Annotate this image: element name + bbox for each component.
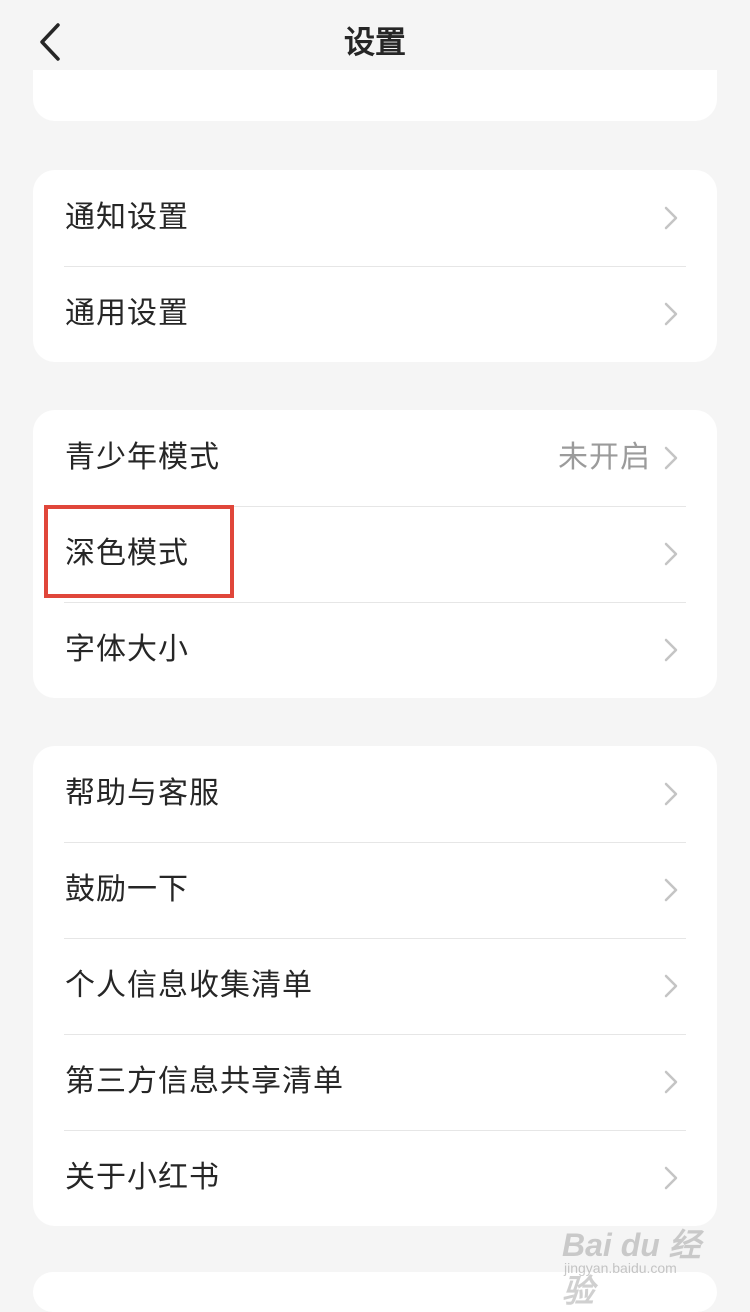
settings-row-teen-mode[interactable]: 青少年模式 未开启 bbox=[33, 410, 717, 506]
settings-row-dark-mode[interactable]: 深色模式 bbox=[33, 506, 717, 602]
row-label: 通用设置 bbox=[65, 296, 189, 331]
settings-card-previous bbox=[33, 70, 717, 121]
settings-card-next bbox=[33, 1272, 717, 1312]
row-label: 深色模式 bbox=[65, 536, 189, 571]
chevron-right-icon bbox=[663, 1069, 679, 1095]
page-title: 设置 bbox=[344, 25, 406, 61]
settings-row-help[interactable]: 帮助与客服 bbox=[33, 746, 717, 842]
chevron-right-icon bbox=[663, 973, 679, 999]
settings-row-about[interactable]: 关于小红书 bbox=[33, 1130, 717, 1226]
row-label: 第三方信息共享清单 bbox=[65, 1064, 344, 1099]
settings-row-notification[interactable]: 通知设置 bbox=[33, 170, 717, 266]
row-value: 未开启 bbox=[558, 440, 651, 475]
row-label: 鼓励一下 bbox=[65, 872, 189, 907]
settings-row-font-size[interactable]: 字体大小 bbox=[33, 602, 717, 698]
chevron-right-icon bbox=[663, 445, 679, 471]
row-label: 通知设置 bbox=[65, 200, 189, 235]
settings-row-personal-info-list[interactable]: 个人信息收集清单 bbox=[33, 938, 717, 1034]
chevron-right-icon bbox=[663, 877, 679, 903]
chevron-right-icon bbox=[663, 1165, 679, 1191]
chevron-right-icon bbox=[663, 301, 679, 327]
row-label: 字体大小 bbox=[65, 632, 189, 667]
row-label: 帮助与客服 bbox=[65, 776, 220, 811]
settings-card-notifications: 通知设置 通用设置 bbox=[33, 170, 717, 362]
settings-card-about: 帮助与客服 鼓励一下 个人信息收集清单 第三方信息共享清单 关于小红书 bbox=[33, 746, 717, 1226]
row-label: 个人信息收集清单 bbox=[65, 968, 313, 1003]
chevron-right-icon bbox=[663, 541, 679, 567]
settings-row-third-party-list[interactable]: 第三方信息共享清单 bbox=[33, 1034, 717, 1130]
settings-row-encourage[interactable]: 鼓励一下 bbox=[33, 842, 717, 938]
chevron-right-icon bbox=[663, 637, 679, 663]
settings-card-display: 青少年模式 未开启 深色模式 字体大小 bbox=[33, 410, 717, 698]
row-label: 青少年模式 bbox=[65, 440, 220, 475]
chevron-right-icon bbox=[663, 781, 679, 807]
settings-row-general[interactable]: 通用设置 bbox=[33, 266, 717, 362]
row-label: 关于小红书 bbox=[65, 1160, 220, 1195]
chevron-right-icon bbox=[663, 205, 679, 231]
